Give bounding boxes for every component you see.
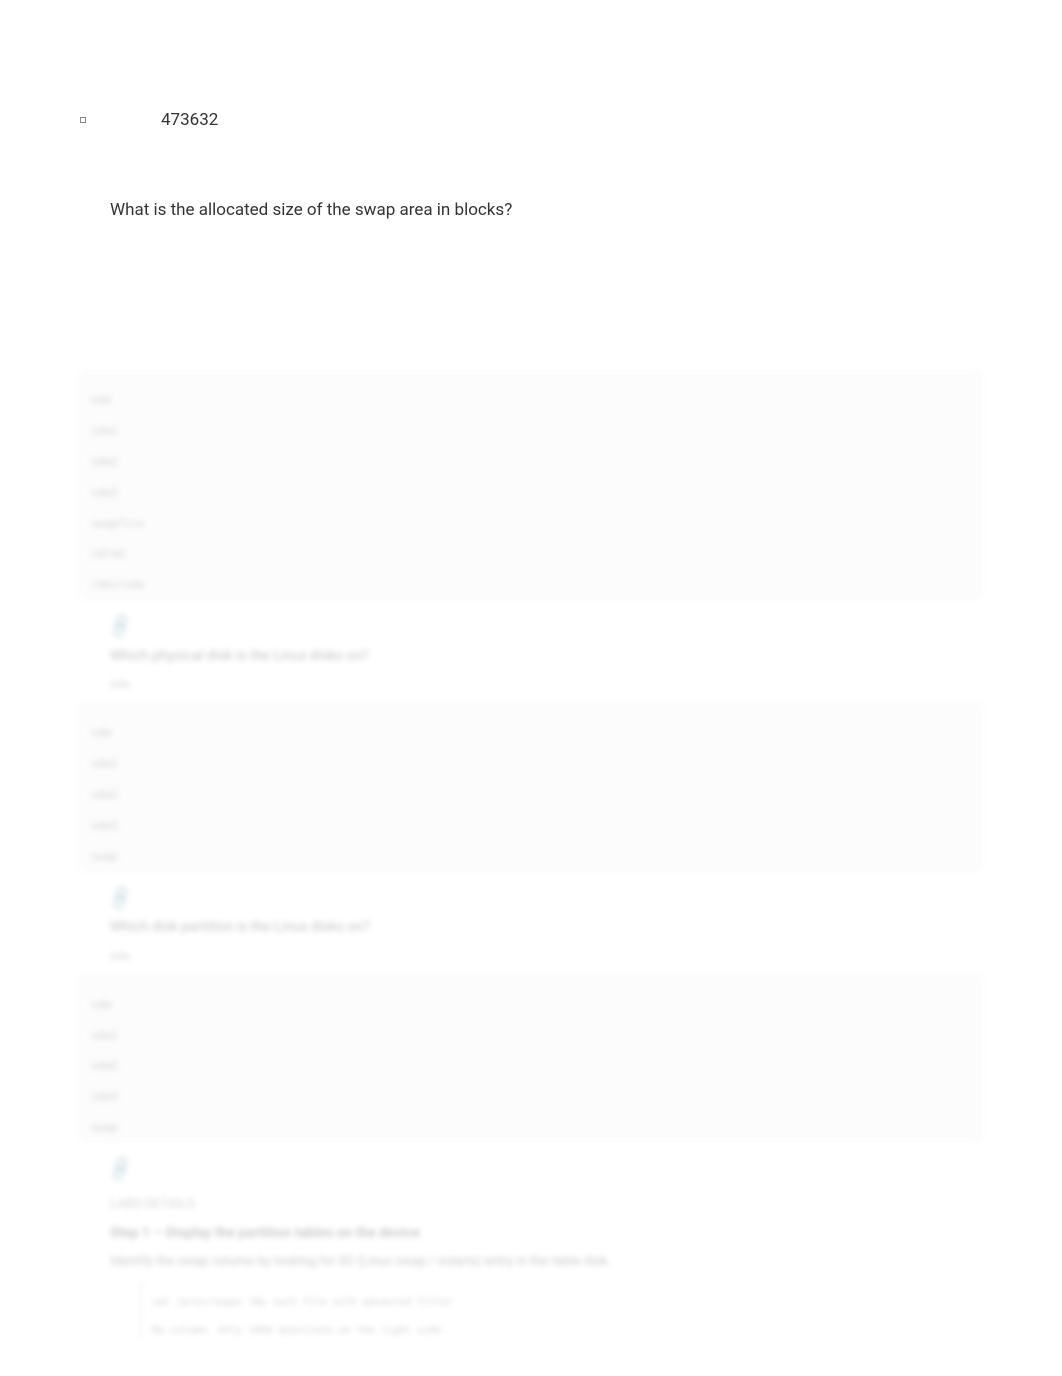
- faded-region: sda sda1 sda2 sda3 swapfile cdrom /dev/s…: [80, 370, 982, 1338]
- question-3: Which disk partition is the Linux disks …: [110, 918, 982, 938]
- labs-heading: LABS DETAILS: [110, 1196, 982, 1214]
- link-icon: 🔗: [105, 884, 133, 915]
- code-block-2: sda sda1 sda2 sda3 swap: [80, 703, 982, 871]
- bullet-icon: [80, 117, 86, 123]
- code-block-1: sda sda1 sda2 sda3 swapfile cdrom /dev/s…: [80, 370, 982, 599]
- code-block-3: sda sda1 sda2 sda3 swap: [80, 975, 982, 1143]
- answer-value: 473632: [161, 110, 218, 130]
- link-icon: 🔗: [105, 1156, 133, 1187]
- question-text: What is the allocated size of the swap a…: [110, 200, 982, 220]
- link-icon: 🔗: [105, 613, 133, 644]
- step-text: Identify the swap volume by looking for …: [110, 1253, 982, 1271]
- question-2: Which physical disk is the Linux disks o…: [110, 647, 982, 667]
- step-heading: Step 1 – Display the partition tables on…: [110, 1224, 982, 1244]
- answer-3: sda: [110, 948, 982, 965]
- command-block: cat /proc/swaps (No such file with advan…: [140, 1282, 982, 1338]
- answer-2: sda: [110, 676, 982, 693]
- answer-row: 473632: [80, 110, 982, 130]
